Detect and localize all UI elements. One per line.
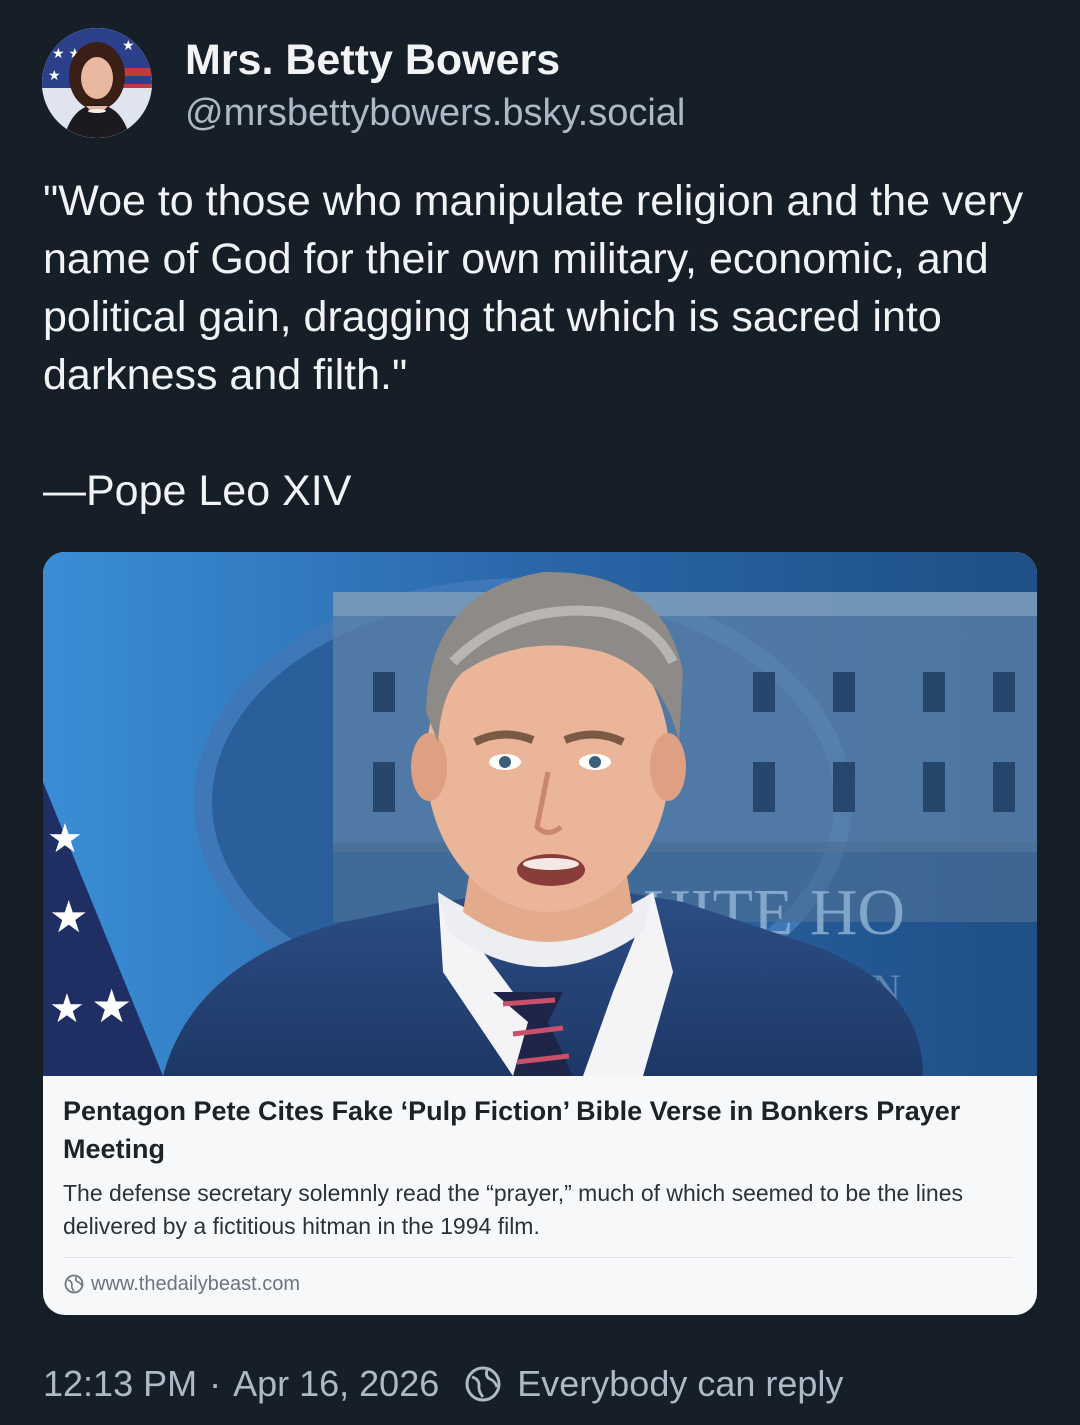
link-card-title[interactable]: Pentagon Pete Cites Fake ‘Pulp Fiction’ … (63, 1092, 1003, 1168)
svg-text:★: ★ (48, 67, 61, 83)
article-thumbnail: HITE HO ON ★ ★ ★ ★ (43, 552, 1037, 1076)
avatar[interactable]: ★ ★ ★ ★ (42, 28, 152, 138)
svg-text:★: ★ (91, 980, 132, 1032)
link-card-description: The defense secretary solemnly read the … (63, 1180, 964, 1239)
post: ★ ★ ★ ★ Mrs. Betty Bowers @mrsbettybower… (0, 0, 1080, 1425)
svg-text:★: ★ (122, 37, 135, 53)
post-attribution: —Pope Leo XIV (43, 467, 352, 515)
svg-text:★: ★ (47, 817, 83, 861)
globe-icon (463, 1364, 503, 1404)
link-card-domain: www.thedailybeast.com (91, 1273, 300, 1295)
author-display-name[interactable]: Mrs. Betty Bowers (185, 34, 560, 86)
author-handle[interactable]: @mrsbettybowers.bsky.social (185, 90, 685, 136)
post-footer: 12:13 PM · Apr 16, 2026 Everybody can re… (43, 1360, 843, 1408)
post-text: "Woe to those who manipulate religion an… (43, 177, 1024, 399)
svg-text:★: ★ (49, 893, 88, 942)
link-card-divider (63, 1257, 1013, 1258)
svg-text:★: ★ (49, 987, 85, 1031)
link-card[interactable]: HITE HO ON ★ ★ ★ ★ (43, 552, 1037, 1315)
footer-separator: · (209, 1363, 222, 1404)
globe-icon (63, 1273, 85, 1295)
link-card-image[interactable]: HITE HO ON ★ ★ ★ ★ (43, 552, 1037, 1076)
link-card-domain-row[interactable]: www.thedailybeast.com (63, 1270, 300, 1298)
reply-setting[interactable]: Everybody can reply (517, 1360, 843, 1408)
avatar-image: ★ ★ ★ ★ (42, 28, 152, 138)
post-timestamp[interactable]: 12:13 PM (43, 1360, 197, 1408)
post-date[interactable]: Apr 16, 2026 (233, 1360, 439, 1408)
